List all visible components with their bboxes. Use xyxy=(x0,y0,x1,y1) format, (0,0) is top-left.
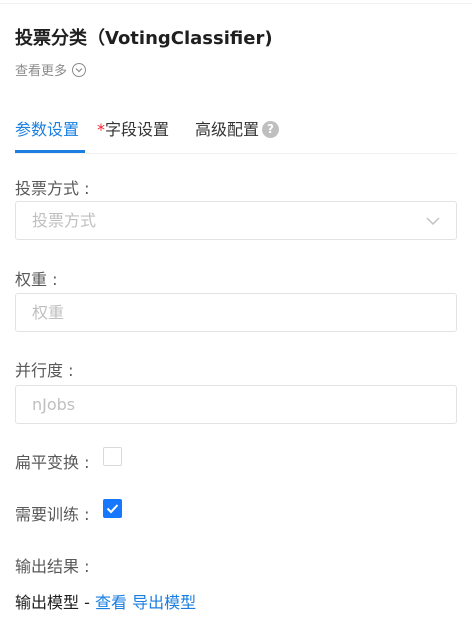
top-divider xyxy=(0,0,472,4)
output-label: 输出结果 : xyxy=(15,557,90,576)
chevron-down-circle-icon xyxy=(72,62,87,77)
weights-input[interactable]: 权重 xyxy=(15,293,457,332)
tab-bar: 参数设置 *字段设置 高级配置? xyxy=(15,112,457,154)
voting-method-select[interactable]: 投票方式 xyxy=(15,201,457,240)
parallelism-input[interactable]: nJobs xyxy=(15,385,457,424)
tab-advanced-config[interactable]: 高级配置? xyxy=(195,116,280,140)
output-model-text: 输出模型 - xyxy=(15,593,95,612)
flatten-checkbox[interactable] xyxy=(103,447,122,466)
show-more-label: 查看更多 xyxy=(15,64,68,79)
tab-label: 参数设置 xyxy=(15,120,80,139)
tab-parameter-settings[interactable]: 参数设置 xyxy=(15,116,79,140)
voting-method-placeholder: 投票方式 xyxy=(32,211,97,230)
panel-title: 投票分类（VotingClassifier) xyxy=(15,28,273,49)
checkmark-icon xyxy=(106,504,119,514)
chevron-down-icon xyxy=(426,217,440,225)
parallelism-placeholder: nJobs xyxy=(32,395,76,414)
tab-label: 高级配置 xyxy=(195,120,260,139)
weights-label: 权重 : xyxy=(15,270,58,289)
help-question-icon[interactable]: ? xyxy=(262,120,280,138)
output-model-line: 输出模型 - 查看 导出模型 xyxy=(15,589,196,613)
active-tab-underline xyxy=(15,150,85,153)
export-model-link[interactable]: 导出模型 xyxy=(132,593,196,612)
need-training-checkbox[interactable] xyxy=(103,499,122,518)
weights-placeholder: 权重 xyxy=(32,303,65,322)
view-link[interactable]: 查看 xyxy=(95,593,127,612)
required-asterisk: * xyxy=(97,120,105,139)
voting-method-label: 投票方式 : xyxy=(15,179,90,198)
parallelism-label: 并行度 : xyxy=(15,361,74,380)
need-training-label: 需要训练 : xyxy=(15,505,90,524)
flatten-label: 扁平变换 : xyxy=(15,453,90,472)
show-more-toggle[interactable]: 查看更多 xyxy=(15,60,87,79)
tab-field-settings[interactable]: *字段设置 xyxy=(97,116,169,140)
tab-label: 字段设置 xyxy=(105,120,170,139)
